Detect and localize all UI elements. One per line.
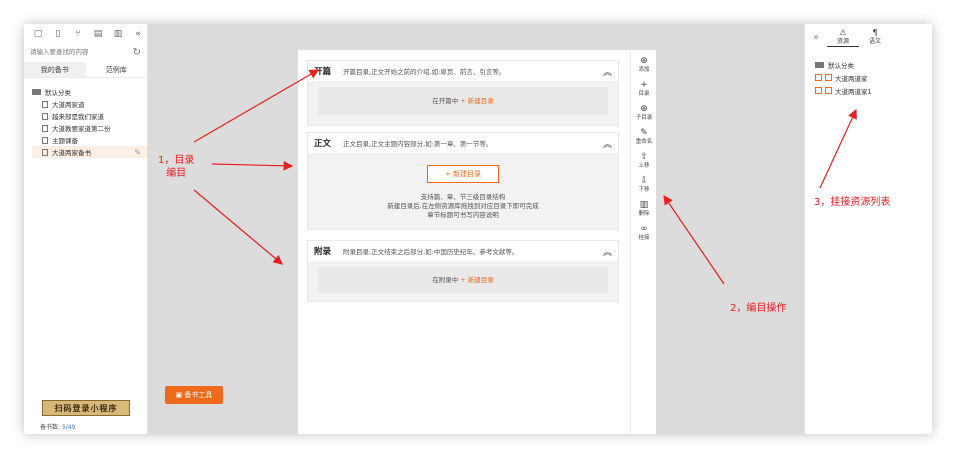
arrow-2: [663, 195, 725, 285]
arrow-1b: [211, 160, 294, 171]
arrow-3: [819, 108, 857, 189]
annotation-1: 1，目录 编目: [158, 154, 194, 180]
arrow-1a: [193, 69, 320, 143]
annotation-text: 编目: [166, 168, 187, 179]
arrow-1c: [193, 189, 283, 265]
app-window: ▢ ▯ ⑂ ▤ ▥ « ↻ 我的备书 范例库 默认分类 大道两家道: [24, 24, 932, 434]
annotation-2: 2，编目操作: [730, 303, 787, 314]
annotation-3: 3，挂接资源列表: [814, 197, 891, 208]
annotation-text: 1，目录: [158, 155, 195, 166]
annotation-arrows: [193, 69, 857, 285]
